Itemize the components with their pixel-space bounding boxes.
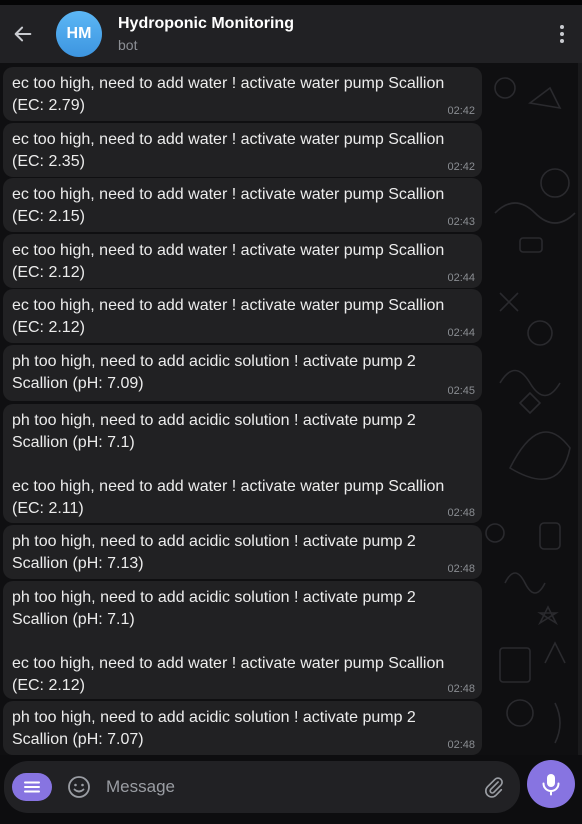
emoji-button[interactable] [66,774,92,800]
chat-info[interactable]: Hydroponic Monitoring bot [118,15,542,53]
message-bubble[interactable]: ec too high, need to add water ! activat… [3,178,482,232]
chat-title: Hydroponic Monitoring [118,15,294,32]
message-text: Scallion (pH: 7.1) [12,434,135,451]
message-bubble[interactable]: ph too high, need to add acidic solution… [3,581,482,699]
message-time: 02:43 [447,216,475,228]
paperclip-icon [485,777,503,798]
message-text: (EC: 2.12) [12,264,85,281]
composer-bar: Message [4,761,520,813]
message-text: Scallion (pH: 7.13) [12,555,144,572]
message-text: (EC: 2.11) [12,500,84,517]
message-time: 02:44 [447,327,475,339]
message-text: ec too high, need to add water ! activat… [12,131,445,148]
message-time: 02:48 [447,507,475,519]
message-bubble[interactable]: ph too high, need to add acidic solution… [3,525,482,579]
message-text: (EC: 2.35) [12,153,85,170]
message-text: ec too high, need to add water ! activat… [12,242,445,259]
message-text: ec too high, need to add water ! activat… [12,75,445,92]
attach-button[interactable] [474,767,514,807]
message-bubble[interactable]: ph too high, need to add acidic solution… [3,345,482,401]
message-list[interactable]: ec too high, need to add water ! activat… [0,63,582,755]
bot-menu-button[interactable] [12,773,52,801]
message-bubble[interactable]: ec too high, need to add water ! activat… [3,67,482,121]
message-text: (EC: 2.12) [12,677,85,694]
message-bubble[interactable]: ec too high, need to add water ! activat… [3,123,482,177]
message-bubble[interactable]: ec too high, need to add water ! activat… [3,234,482,288]
back-arrow-icon [14,26,32,42]
message-text: ec too high, need to add water ! activat… [12,655,445,672]
message-time: 02:48 [447,739,475,751]
message-text: Scallion (pH: 7.09) [12,375,144,392]
chat-subtitle: bot [118,37,138,53]
more-options-button[interactable] [542,5,582,63]
composer-area: Message [0,755,582,824]
message-time: 02:45 [447,385,475,397]
avatar[interactable]: HM [56,11,102,57]
message-text: ph too high, need to add acidic solution… [12,533,416,550]
message-time: 02:48 [447,683,475,695]
more-vertical-icon [560,25,564,43]
message-time: 02:48 [447,563,475,575]
message-bubble[interactable]: ph too high, need to add acidic solution… [3,701,482,755]
message-time: 02:44 [447,272,475,284]
message-text: ph too high, need to add acidic solution… [12,412,416,429]
scrollbar[interactable] [578,63,582,763]
message-text: (EC: 2.12) [12,319,85,336]
message-bubble[interactable]: ec too high, need to add water ! activat… [3,289,482,343]
bot-menu-icon [24,781,40,793]
message-text: (EC: 2.79) [12,97,85,114]
message-text: ec too high, need to add water ! activat… [12,478,445,495]
message-text: Scallion (pH: 7.1) [12,611,135,628]
message-time: 02:42 [447,105,475,117]
back-button[interactable] [0,5,46,63]
message-time: 02:42 [447,161,475,173]
message-input[interactable]: Message [106,777,474,797]
microphone-icon [542,774,560,796]
message-bubble[interactable]: ph too high, need to add acidic solution… [3,404,482,523]
message-text: ph too high, need to add acidic solution… [12,709,416,726]
chat-header: HM Hydroponic Monitoring bot [0,5,582,63]
voice-record-button[interactable] [527,760,575,808]
message-text: (EC: 2.15) [12,208,85,225]
message-text: Scallion (pH: 7.07) [12,731,144,748]
emoji-icon [68,776,90,798]
message-text: ph too high, need to add acidic solution… [12,589,416,606]
message-text: ph too high, need to add acidic solution… [12,353,416,370]
message-text: ec too high, need to add water ! activat… [12,186,445,203]
message-text: ec too high, need to add water ! activat… [12,297,445,314]
